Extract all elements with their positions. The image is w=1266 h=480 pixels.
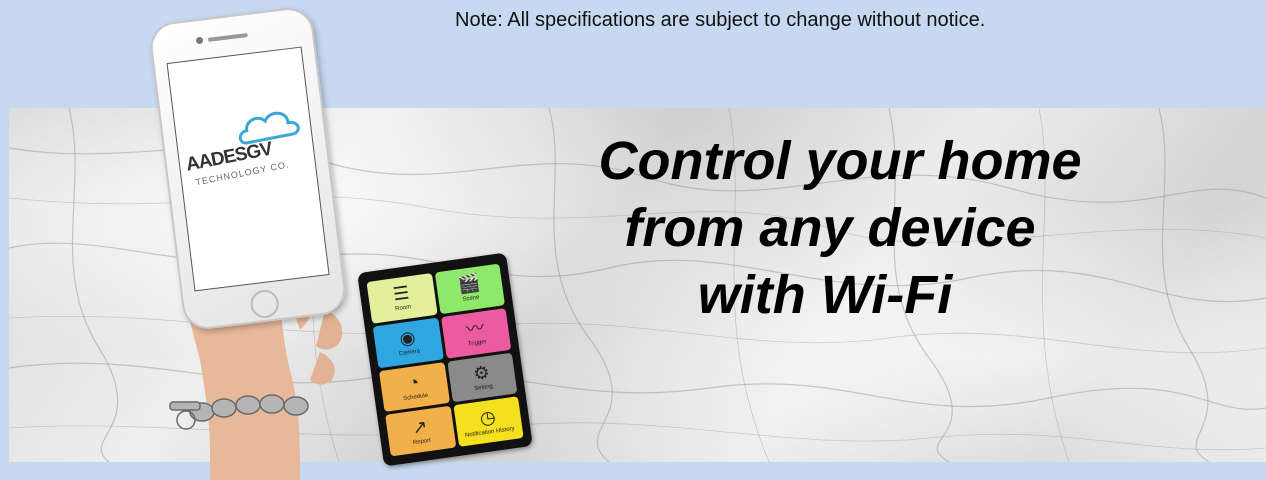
headline: Control your home from any device with W… — [440, 128, 1240, 329]
clapperboard-icon: 🎬 — [456, 272, 482, 296]
camera-dot-icon — [195, 36, 204, 45]
tile-label: Trigger — [467, 339, 488, 348]
tile-trigger: 〰 Trigger — [440, 307, 512, 359]
tile-label: Camera — [398, 348, 421, 358]
tablet-device: ☰ Room 🎬 Scene ◉ Camera 〰 Trigger ◔ Schedule … — [357, 252, 533, 467]
tile-label: Room — [394, 304, 412, 313]
list-icon: ☰ — [391, 282, 411, 305]
tile-label: Schedule — [402, 392, 429, 403]
camera-icon: ◉ — [398, 327, 417, 350]
gear-icon: ⚙ — [472, 361, 491, 384]
pulse-icon: 〰 — [464, 317, 486, 340]
headline-line-3: with Wi-Fi — [697, 265, 953, 325]
chart-icon: ↗ — [411, 415, 429, 438]
disclaimer-note: Note: All specifications are subject to … — [455, 9, 986, 31]
tile-room: ☰ Room — [366, 273, 438, 324]
tile-report: ↗ Report — [385, 406, 456, 457]
tile-scene: 🎬 Scene — [434, 263, 505, 314]
tile-camera: ◉ Camera — [372, 317, 444, 368]
tile-label: Setting — [473, 383, 494, 393]
headline-line-2: from any device — [624, 198, 1036, 258]
speaker-icon — [207, 33, 248, 42]
tile-setting: ⚙ Setting — [446, 352, 518, 403]
history-icon: ◷ — [478, 406, 497, 429]
app-tile-grid: ☰ Room 🎬 Scene ◉ Camera 〰 Trigger ◔ Schedule … — [366, 263, 524, 457]
tile-notification-history: ◷ Notification History — [452, 396, 524, 447]
tile-label: Notification History — [464, 425, 515, 439]
company-logo: AADESGV TECHNOLOGY CO. — [179, 111, 318, 197]
home-button-icon — [249, 288, 281, 320]
tile-schedule: ◔ Schedule — [378, 361, 450, 413]
headline-line-1: Control your home — [598, 131, 1082, 191]
tile-label: Report — [412, 437, 432, 446]
phone-screen: AADESGV TECHNOLOGY CO. — [166, 46, 330, 292]
tile-label: Scene — [462, 295, 480, 304]
clock-icon: ◔ — [406, 371, 421, 394]
